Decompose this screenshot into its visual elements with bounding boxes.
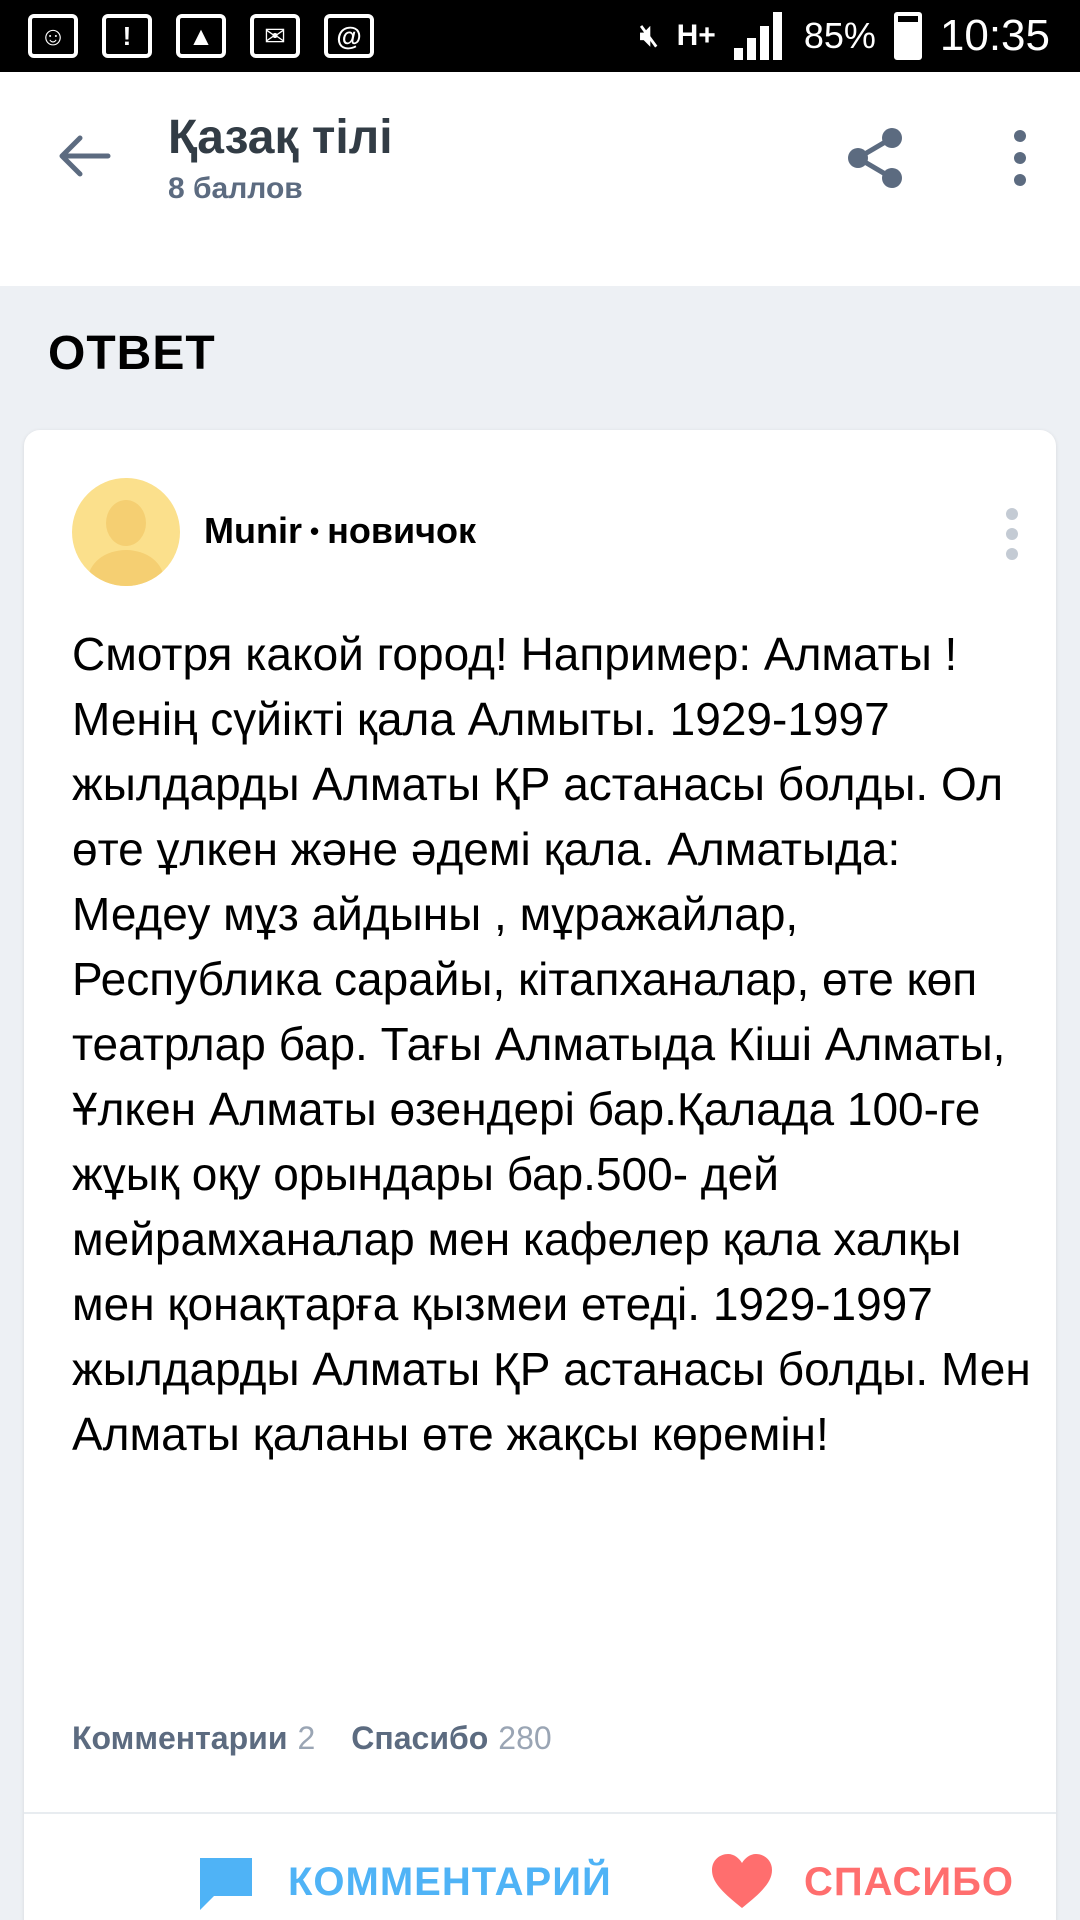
avatar-body: [88, 550, 164, 586]
author-rank: новичок: [327, 510, 476, 551]
status-bar: ☺ ! ▲ ✉ @ 🔇︎ H+ 85% 10:35: [0, 0, 1080, 72]
points-subtitle: 8 баллов: [168, 172, 303, 205]
heart-icon: [712, 1854, 772, 1908]
answer-section-heading: ОТВЕТ: [48, 327, 216, 380]
avatar-head: [106, 500, 146, 546]
mail-at-icon: @: [324, 14, 374, 58]
thanks-stat: Спасибо 280: [351, 1720, 551, 1757]
app-bar: Қазақ тілі 8 баллов: [0, 72, 1080, 240]
mail-icon: ✉: [250, 14, 300, 58]
back-arrow-icon: [59, 135, 111, 177]
comments-count: 2: [297, 1720, 316, 1756]
emoji-icon: ☺: [28, 14, 78, 58]
back-button[interactable]: [52, 124, 116, 188]
thanks-button-label: СПАСИБО: [804, 1859, 1015, 1904]
battery-percent: 85%: [803, 15, 876, 56]
answer-stats: Комментарии 2 Спасибо 280: [72, 1720, 552, 1757]
comment-button-label: КОММЕНТАРИЙ: [288, 1859, 612, 1904]
notification-icons: ☺ ! ▲ ✉ @: [28, 14, 374, 58]
thanks-count: 280: [498, 1720, 552, 1756]
image-icon: ▲: [176, 14, 226, 58]
thanks-button[interactable]: СПАСИБО: [710, 1850, 1014, 1914]
alert-icon: !: [102, 14, 152, 58]
battery-icon: [893, 12, 922, 60]
more-vert-icon: [1006, 508, 1018, 560]
comments-label: Комментарии: [72, 1720, 288, 1756]
page-title: Қазақ тілі: [168, 111, 393, 164]
answer-more-button[interactable]: [992, 506, 1032, 562]
answer-text: Смотря какой город! Например: Алматы ! М…: [72, 628, 1031, 1460]
content-top-strip: [0, 240, 1080, 286]
author-separator: •: [309, 515, 320, 546]
divider: [24, 1812, 1056, 1814]
answer-card: Munir • новичок Смотря какой город! Напр…: [24, 430, 1056, 1920]
comments-link[interactable]: Комментарии 2: [72, 1720, 315, 1757]
thanks-stat-label: Спасибо: [351, 1720, 489, 1756]
network-type: H+: [676, 19, 716, 52]
system-icons: 🔇︎ H+ 85% 10:35: [640, 0, 1050, 72]
signal-icon: [733, 12, 786, 60]
avatar[interactable]: [72, 478, 180, 586]
comment-icon: [200, 1858, 252, 1910]
more-options-button[interactable]: [990, 122, 1050, 194]
share-icon: [848, 128, 902, 188]
comment-button[interactable]: КОММЕНТАРИЙ: [194, 1850, 612, 1914]
author-info: Munir • новичок: [204, 510, 476, 552]
author-name[interactable]: Munir: [204, 510, 302, 552]
clock: 10:35: [939, 11, 1050, 60]
more-vert-icon: [1014, 130, 1026, 186]
mute-icon: 🔇︎: [639, 19, 659, 52]
share-button[interactable]: [840, 122, 912, 194]
